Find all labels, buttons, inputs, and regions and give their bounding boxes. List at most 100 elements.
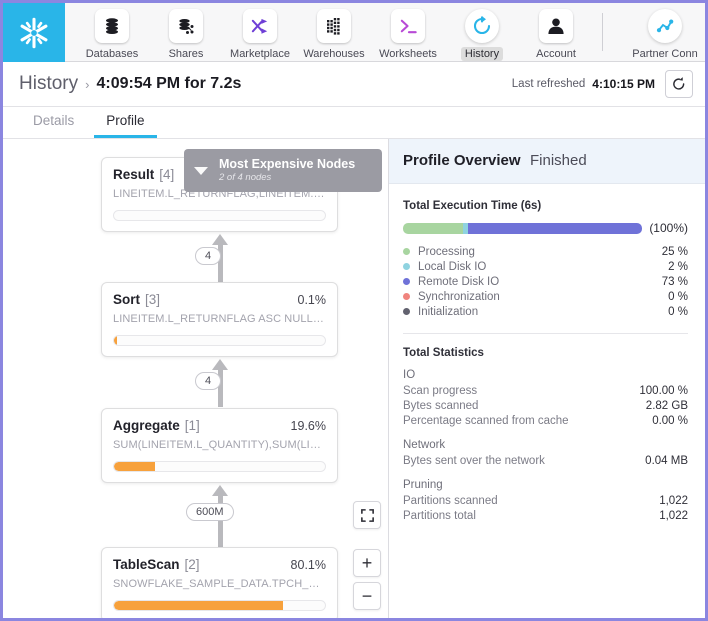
fit-to-screen-button[interactable]	[353, 501, 381, 529]
last-refreshed-label: Last refreshed	[511, 78, 586, 90]
nav-item-list: Databases Shares Marketplace Warehouses …	[65, 3, 612, 61]
nav-item-databases[interactable]: Databases	[75, 3, 149, 61]
node-progress-bar	[113, 461, 326, 472]
legend-value: 73 %	[661, 275, 688, 288]
nav-label: Databases	[85, 48, 139, 60]
arrow-head-icon	[212, 359, 228, 370]
node-title: Aggregate	[113, 418, 180, 433]
nav-item-marketplace[interactable]: Marketplace	[223, 3, 297, 61]
legend-value: 2 %	[668, 260, 688, 273]
nav-item-warehouses[interactable]: Warehouses	[297, 3, 371, 61]
stat-value: 1,022	[659, 494, 688, 507]
partner-connect-icon	[648, 9, 682, 43]
stat-row: Partitions scanned 1,022	[403, 493, 688, 508]
graph-node-tablescan[interactable]: TableScan [2] 80.1% SNOWFLAKE_SAMPLE_DAT…	[101, 547, 338, 618]
node-progress-fill	[114, 336, 117, 345]
databases-icon	[95, 9, 129, 43]
stat-row: Bytes sent over the network 0.04 MB	[403, 453, 688, 468]
refresh-button[interactable]	[665, 70, 693, 98]
node-subtitle: SNOWFLAKE_SAMPLE_DATA.TPCH_SF100….	[113, 578, 326, 590]
zoom-out-button[interactable]: −	[353, 582, 381, 610]
nav-divider	[602, 13, 603, 51]
legend-value: 0 %	[668, 290, 688, 303]
graph-node-aggregate[interactable]: Aggregate [1] 19.6% SUM(LINEITEM.L_QUANT…	[101, 408, 338, 483]
nav-label: Warehouses	[303, 48, 365, 60]
profile-overview-panel: Profile Overview Finished Total Executio…	[389, 139, 705, 618]
node-subtitle: LINEITEM.L_RETURNFLAG ASC NULLS LA…	[113, 313, 326, 325]
profile-overview-header: Profile Overview Finished	[389, 139, 705, 184]
chevron-down-icon	[194, 166, 208, 175]
legend-dot-icon	[403, 293, 410, 300]
edge-row-count: 4	[195, 247, 222, 265]
fit-to-screen-icon	[360, 508, 374, 522]
expensive-panel-subtitle: 2 of 4 nodes	[219, 172, 272, 184]
node-progress-bar	[113, 210, 326, 221]
nav-label: History	[460, 47, 504, 61]
node-header: TableScan [2] 80.1%	[113, 557, 326, 572]
node-percent: 80.1%	[290, 558, 326, 572]
legend-row-processing: Processing 25 %	[403, 244, 688, 259]
nav-item-partner-connect[interactable]: Partner Conn	[622, 3, 705, 61]
node-percent: 19.6%	[290, 419, 326, 433]
execution-time-total: (100%)	[649, 221, 688, 235]
legend-dot-icon	[403, 248, 410, 255]
legend-label: Initialization	[418, 305, 479, 318]
stat-group-io: IO	[403, 369, 416, 381]
stat-value: 2.82 GB	[645, 399, 688, 412]
stat-value: 0.04 MB	[645, 454, 688, 467]
nav-item-account[interactable]: Account	[519, 3, 593, 61]
page-title: 4:09:54 PM for 7.2s	[96, 75, 242, 92]
nav-label: Marketplace	[230, 48, 290, 60]
account-icon	[539, 9, 573, 43]
most-expensive-nodes-panel[interactable]: Most Expensive Nodes 2 of 4 nodes	[184, 149, 382, 192]
query-profile-graph[interactable]: Result [4] LINEITEM.L_RETURNFLAG,LINEITE…	[3, 139, 389, 618]
expensive-panel-title: Most Expensive Nodes	[219, 156, 356, 171]
stat-label: Partitions total	[403, 509, 476, 522]
nav-label: Account	[536, 48, 576, 60]
legend-value: 25 %	[661, 245, 688, 258]
stat-row: Scan progress 100.00 %	[403, 383, 688, 398]
graph-node-sort[interactable]: Sort [3] 0.1% LINEITEM.L_RETURNFLAG ASC …	[101, 282, 338, 357]
breadcrumb-separator-icon: ›	[85, 76, 90, 92]
warehouses-icon	[317, 9, 351, 43]
node-progress-fill	[114, 462, 156, 471]
tab-profile[interactable]: Profile	[94, 113, 157, 138]
node-header: Sort [3] 0.1%	[113, 292, 326, 307]
nav-item-history[interactable]: History	[445, 3, 519, 61]
node-id: [1]	[184, 418, 200, 433]
execution-time-title: Total Execution Time (6s)	[403, 200, 542, 212]
legend-row-synchronization: Synchronization 0 %	[403, 289, 688, 304]
edge-row-count: 600M	[186, 503, 234, 521]
total-statistics-title: Total Statistics	[403, 347, 484, 359]
nav-label: Partner Conn	[632, 48, 698, 60]
stat-group-network: Network	[403, 439, 446, 451]
legend-row-initialization: Initialization 0 %	[403, 304, 688, 319]
node-title: Sort	[113, 292, 140, 307]
profile-overview-body: Total Execution Time (6s) (100%) Process…	[389, 184, 705, 523]
legend-dot-icon	[403, 263, 410, 270]
node-id: [4]	[159, 167, 175, 182]
marketplace-icon	[243, 9, 277, 43]
stat-group-pruning: Pruning	[403, 479, 443, 491]
profile-overview-title: Profile Overview	[403, 152, 521, 169]
legend-label: Remote Disk IO	[418, 275, 500, 288]
expensive-panel-text: Most Expensive Nodes 2 of 4 nodes	[219, 157, 355, 185]
nav-item-shares[interactable]: Shares	[149, 3, 223, 61]
tab-details[interactable]: Details	[21, 113, 86, 138]
zoom-in-button[interactable]: +	[353, 549, 381, 577]
arrow-head-icon	[212, 234, 228, 245]
breadcrumb-root-link[interactable]: History	[19, 73, 78, 95]
stat-value: 1,022	[659, 509, 688, 522]
node-title: TableScan	[113, 557, 180, 572]
execution-time-stacked-bar	[403, 222, 643, 234]
stat-label: Bytes scanned	[403, 399, 479, 412]
tab-bar: Details Profile	[3, 107, 705, 139]
legend-label: Processing	[418, 245, 475, 258]
legend-dot-icon	[403, 308, 410, 315]
snowflake-logo[interactable]	[3, 3, 65, 62]
stat-label: Partitions scanned	[403, 494, 498, 507]
nav-item-worksheets[interactable]: Worksheets	[371, 3, 445, 61]
breadcrumb-bar: History › 4:09:54 PM for 7.2s Last refre…	[3, 62, 705, 107]
stat-value: 0.00 %	[652, 414, 688, 427]
